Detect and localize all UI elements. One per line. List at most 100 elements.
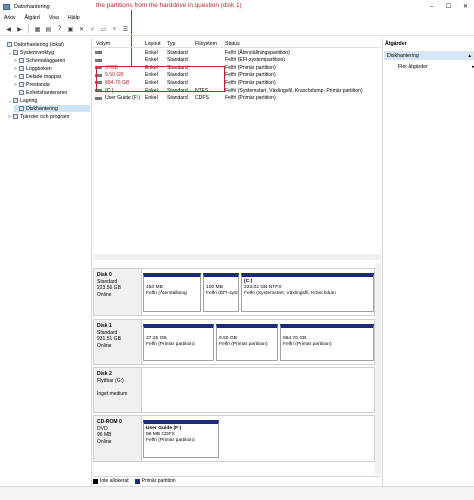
disk-label[interactable]: Disk 0 Standard 223.56 GB Online <box>93 268 142 316</box>
disk-row[interactable]: Disk 0 Standard 223.56 GB Online 450 MB Felfr… <box>93 268 375 316</box>
close-doc-icon[interactable]: ✕ <box>77 25 86 33</box>
close-button[interactable]: ✕ <box>457 0 474 13</box>
folder-icon[interactable]: ▭ <box>99 25 108 33</box>
disk-row[interactable]: CD-ROM 0 DVD 96 MB Online User Guide (F:) 96 … <box>93 415 375 462</box>
disk-label[interactable]: CD-ROM 0 DVD 96 MB Online <box>93 415 142 462</box>
forward-arrow-icon[interactable]: ▶ <box>15 25 24 33</box>
legend-label-primary: Primär partition <box>141 478 176 484</box>
actions-pane: Åtgärder Diskhantering ▲ Fler åtgärder ▸ <box>382 38 474 492</box>
partition-info-line: Felfri (Primär partition) <box>283 342 332 347</box>
search-icon[interactable]: ⌕ <box>110 25 119 33</box>
menu-visa[interactable]: Visa <box>49 15 59 21</box>
table-row[interactable]: Enkel Standard Felfri (Återställningsparti… <box>93 49 381 57</box>
toolbar-divider <box>28 25 29 33</box>
partition-block[interactable]: User Guide (F:) 96 MB CDFS Felfri (Primär … <box>143 420 219 458</box>
menu-hjalp[interactable]: Hjälp <box>68 15 80 21</box>
horizontal-scrollbar[interactable] <box>93 254 381 260</box>
disk-info-line: Online <box>97 342 112 349</box>
properties-icon[interactable]: ▤ <box>44 25 53 33</box>
tree-item-label: Enhetshanteraren <box>26 89 68 96</box>
cell-layout: Enkel <box>145 95 158 102</box>
list-icon[interactable]: ☰ <box>121 25 130 33</box>
legend: Inte allokerat Primär partition <box>93 476 381 485</box>
tree-item[interactable]: > Loggboken <box>14 65 52 72</box>
column-volym[interactable]: Volym <box>96 41 110 47</box>
menu-arkiv[interactable]: Arkiv <box>4 15 16 21</box>
console-tree: Datorhantering (lokal) ⌄ Systemverktyg > Sch… <box>0 38 92 492</box>
console-tree-icon[interactable]: ▦ <box>33 25 42 33</box>
tree-item-label: Prestanda <box>26 81 50 88</box>
tree-item[interactable]: > Schemaläggaren <box>14 57 65 64</box>
tree-item-label: Systemverktyg <box>20 49 55 56</box>
partition-block[interactable]: 9.50 GB Felfri (Primär partition) <box>216 324 278 361</box>
check-icon[interactable]: ✓ <box>88 25 97 33</box>
disk-partition-area: 450 MB Felfri (Återställning 100 MB Felfri … <box>142 268 375 316</box>
cell-status: Felfri (Återställningspartition) <box>225 49 290 56</box>
column-layout[interactable]: Layout <box>145 41 161 47</box>
cell-typ: Standard <box>167 95 188 102</box>
partition-block[interactable]: (C:) 223.02 GB NTFS Felfri (Systemstart, V… <box>241 273 374 312</box>
partition-info-line: Felfri (Primär partition) <box>146 342 195 347</box>
more-actions-link[interactable]: Fler åtgärder ▸ <box>398 64 474 70</box>
node-icon <box>13 114 18 119</box>
cell-status: Felfri (Systemstart, Växlingsfil, Krasch… <box>225 87 363 94</box>
tree-item[interactable]: Enhetshanteraren <box>14 89 67 96</box>
disk-info-line: Online <box>97 438 112 445</box>
tree-item-label: Loggboken <box>26 65 52 72</box>
disk-label[interactable]: Disk 2 Flyttbar (G:) Inget medium <box>93 367 142 413</box>
partition-info-line: Felfri (Återställning <box>146 291 187 296</box>
column-typ[interactable]: Typ <box>167 41 175 47</box>
cell-typ: Standard <box>167 49 188 56</box>
computer-management-icon <box>3 3 10 10</box>
disk-info-line: Inget medium <box>97 390 128 397</box>
vertical-scrollbar[interactable] <box>375 263 381 475</box>
node-icon <box>19 106 24 111</box>
legend-unallocated: Inte allokerat <box>93 478 129 484</box>
cell-layout: Enkel <box>145 49 158 56</box>
cell-status: Felfri (EFI-systempartition) <box>225 57 286 64</box>
collapse-arrow-icon[interactable]: ▲ <box>468 53 472 58</box>
legend-label-unallocated: Inte allokerat <box>100 478 129 484</box>
tree-item[interactable]: > Prestanda <box>14 81 50 88</box>
table-row[interactable]: Enkel Standard Felfri (EFI-systempartition… <box>93 57 381 65</box>
partition-block[interactable]: 450 MB Felfri (Återställning <box>143 273 201 312</box>
tree-item-label: Delade mappar <box>26 73 62 80</box>
tree-item[interactable]: ⌄ Lagring <box>8 97 37 104</box>
partition-block[interactable]: 100 MB Felfri (EFI-syst <box>203 273 239 312</box>
table-row[interactable]: User Guide (F:) Enkel Standard CDFS Felfri (… <box>93 95 381 103</box>
column-filsystem[interactable]: Filsystem <box>195 41 217 47</box>
menu-atgard[interactable]: Åtgärd <box>25 15 40 21</box>
cell-status: Felfri (Primär partition) <box>225 79 276 86</box>
partition-info-line: Felfri (EFI-syst <box>206 291 238 296</box>
disk-row[interactable]: Disk 2 Flyttbar (G:) Inget medium <box>93 367 375 413</box>
cell-volym: User Guide (F:) <box>105 95 141 102</box>
maximize-button[interactable]: ☐ <box>440 0 457 13</box>
column-status[interactable]: Status <box>225 41 240 47</box>
back-arrow-icon[interactable]: ◀ <box>4 25 13 33</box>
tree-item[interactable]: > Delade mappar <box>14 73 61 80</box>
partition-block[interactable]: 37.25 GB Felfri (Primär partition) <box>143 324 214 361</box>
drive-icon <box>95 58 102 62</box>
tree-item[interactable]: Datorhantering (lokal) <box>2 41 64 48</box>
cell-layout: Enkel <box>145 57 158 64</box>
disk-label[interactable]: Disk 1 Standard 931.51 GB Online <box>93 319 142 365</box>
tree-item[interactable]: Diskhantering <box>14 105 90 112</box>
minimize-button[interactable]: – <box>423 0 440 13</box>
annotation-text: the partitions from the harddrive in que… <box>96 2 242 9</box>
node-icon <box>19 74 24 79</box>
actions-header: Åtgärder <box>385 41 407 47</box>
partition-info-line: Felfri (Primär partition) <box>146 438 195 443</box>
view-icon[interactable]: ▣ <box>66 25 75 33</box>
tree-item[interactable]: ⌄ Systemverktyg <box>8 49 54 56</box>
more-actions-label: Fler åtgärder <box>398 64 428 70</box>
tree-item[interactable]: > Tjänster och program <box>8 113 69 120</box>
tree-item-label: Lagring <box>20 97 38 104</box>
cell-status: Felfri (Primär partition) <box>225 64 276 71</box>
node-icon <box>19 90 24 95</box>
disk-row[interactable]: Disk 1 Standard 931.51 GB Online 37.25 GB Fel… <box>93 319 375 365</box>
help-icon[interactable]: ? <box>55 25 64 33</box>
actions-section-diskhantering[interactable]: Diskhantering ▲ <box>384 51 474 60</box>
partition-block[interactable]: 884.76 GB Felfri (Primär partition) <box>280 324 374 361</box>
disk-graphical-view: Disk 0 Standard 223.56 GB Online 450 MB Felfr… <box>93 263 381 475</box>
annotation-highlight-box <box>96 66 225 92</box>
